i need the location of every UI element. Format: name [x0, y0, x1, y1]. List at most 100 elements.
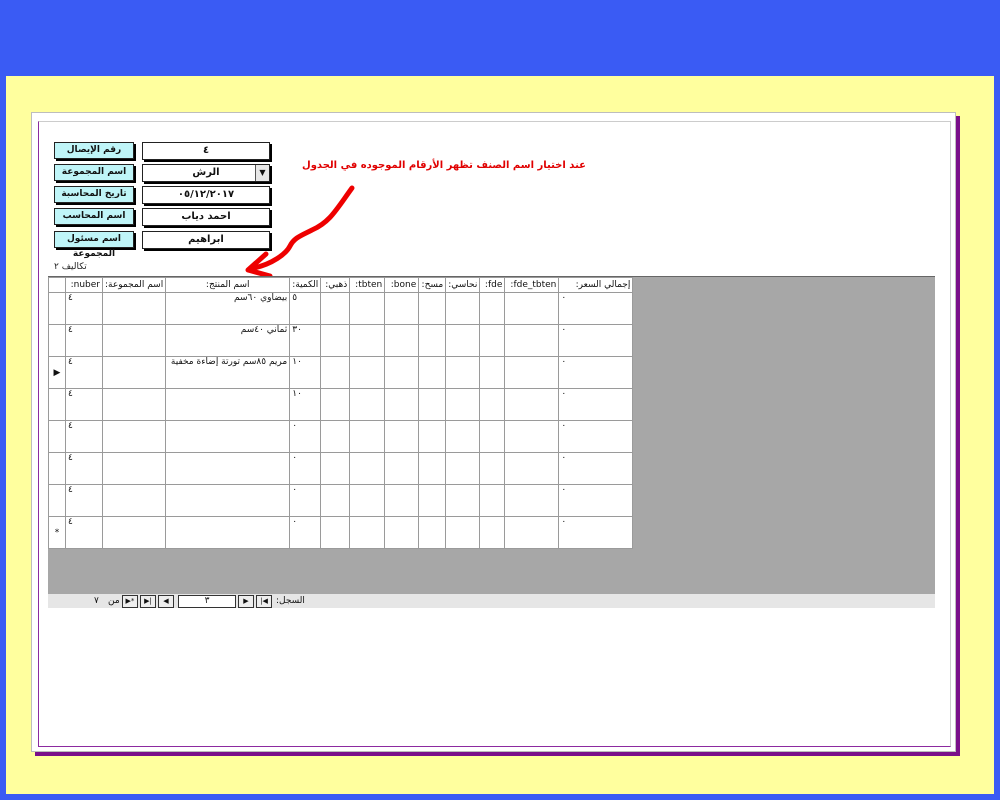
- row-selector-header[interactable]: [48, 277, 66, 293]
- cell-group-name[interactable]: [101, 388, 167, 421]
- cell-fde[interactable]: [479, 356, 506, 389]
- cell-nuber[interactable]: ٤: [65, 420, 103, 453]
- cell-bone[interactable]: [384, 292, 420, 325]
- row-selector[interactable]: [48, 420, 66, 453]
- cell-tbten[interactable]: [349, 516, 386, 549]
- cell-gold[interactable]: [320, 388, 351, 421]
- cell-polish[interactable]: [418, 324, 447, 357]
- cell-product-name[interactable]: [165, 388, 291, 421]
- cell-nuber[interactable]: ٤: [65, 324, 103, 357]
- cell-total-price[interactable]: ٠: [558, 292, 634, 325]
- cell-fde[interactable]: [479, 516, 506, 549]
- cell-fde[interactable]: [479, 388, 506, 421]
- cell-nuber[interactable]: ٤: [65, 452, 103, 485]
- row-selector[interactable]: [48, 452, 66, 485]
- column-header[interactable]: نحاسي:: [445, 277, 481, 293]
- cell-tbten[interactable]: [349, 420, 386, 453]
- cell-copper[interactable]: [445, 324, 481, 357]
- cell-fde-tbten[interactable]: [504, 292, 560, 325]
- cell-total-price[interactable]: ٠: [558, 388, 634, 421]
- cell-copper[interactable]: [445, 516, 481, 549]
- cell-fde-tbten[interactable]: [504, 388, 560, 421]
- cell-bone[interactable]: [384, 324, 420, 357]
- cell-product-name[interactable]: [165, 484, 291, 517]
- new-record-icon[interactable]: ▶*: [122, 595, 138, 608]
- table-row[interactable]: ٤ ثماني ٤٠سم ٣٠ ٠: [48, 324, 634, 357]
- cell-quantity[interactable]: ٣٠: [289, 324, 322, 357]
- cell-polish[interactable]: [418, 452, 447, 485]
- cell-fde[interactable]: [479, 484, 506, 517]
- row-selector[interactable]: *: [48, 516, 66, 549]
- cell-fde-tbten[interactable]: [504, 420, 560, 453]
- cell-group-name[interactable]: [101, 516, 167, 549]
- cell-copper[interactable]: [445, 484, 481, 517]
- cell-fde-tbten[interactable]: [504, 324, 560, 357]
- cell-tbten[interactable]: [349, 356, 386, 389]
- cell-gold[interactable]: [320, 324, 351, 357]
- cell-product-name[interactable]: [165, 420, 291, 453]
- cell-tbten[interactable]: [349, 484, 386, 517]
- cell-copper[interactable]: [445, 356, 481, 389]
- table-row[interactable]: ٤ بيضاوي ٦٠سم ٥ ٠: [48, 292, 634, 325]
- cell-tbten[interactable]: [349, 292, 386, 325]
- column-header[interactable]: الكمية:: [289, 277, 322, 293]
- cell-polish[interactable]: [418, 356, 447, 389]
- cell-fde[interactable]: [479, 292, 506, 325]
- cell-gold[interactable]: [320, 516, 351, 549]
- cell-quantity[interactable]: ٠: [289, 484, 322, 517]
- first-record-icon[interactable]: |◀: [256, 595, 272, 608]
- cell-quantity[interactable]: ٠: [289, 452, 322, 485]
- cell-total-price[interactable]: ٠: [558, 516, 634, 549]
- cell-total-price[interactable]: ٠: [558, 484, 634, 517]
- column-header[interactable]: fde:: [479, 277, 506, 293]
- row-selector[interactable]: [48, 484, 66, 517]
- cell-nuber[interactable]: ٤: [65, 516, 103, 549]
- cell-group-name[interactable]: [101, 292, 167, 325]
- cell-total-price[interactable]: ٠: [558, 356, 634, 389]
- column-header[interactable]: tbten:: [349, 277, 386, 293]
- cell-fde-tbten[interactable]: [504, 516, 560, 549]
- cell-gold[interactable]: [320, 420, 351, 453]
- cell-bone[interactable]: [384, 420, 420, 453]
- cell-product-name[interactable]: مريم ٨٥سم تورتة إضاءة مخفية: [165, 356, 291, 389]
- cell-polish[interactable]: [418, 292, 447, 325]
- cell-copper[interactable]: [445, 292, 481, 325]
- column-header[interactable]: fde_tbten:: [504, 277, 560, 293]
- cell-product-name[interactable]: بيضاوي ٦٠سم: [165, 292, 291, 325]
- cell-bone[interactable]: [384, 452, 420, 485]
- row-selector[interactable]: ▶: [48, 356, 66, 389]
- cell-fde-tbten[interactable]: [504, 356, 560, 389]
- cell-product-name[interactable]: [165, 516, 291, 549]
- cell-gold[interactable]: [320, 356, 351, 389]
- cell-bone[interactable]: [384, 484, 420, 517]
- cell-nuber[interactable]: ٤: [65, 388, 103, 421]
- cell-gold[interactable]: [320, 484, 351, 517]
- cell-fde[interactable]: [479, 420, 506, 453]
- cell-nuber[interactable]: ٤: [65, 292, 103, 325]
- cell-fde[interactable]: [479, 324, 506, 357]
- cell-product-name[interactable]: [165, 452, 291, 485]
- table-row[interactable]: * ٤ ٠ ٠: [48, 516, 634, 549]
- cell-group-name[interactable]: [101, 484, 167, 517]
- cell-quantity[interactable]: ٥: [289, 292, 322, 325]
- cell-fde[interactable]: [479, 452, 506, 485]
- column-header[interactable]: مسح:: [418, 277, 447, 293]
- table-row[interactable]: ٤ ٠ ٠: [48, 452, 634, 485]
- cell-quantity[interactable]: ٠: [289, 420, 322, 453]
- cell-product-name[interactable]: ثماني ٤٠سم: [165, 324, 291, 357]
- last-record-icon[interactable]: ▶|: [140, 595, 156, 608]
- cell-nuber[interactable]: ٤: [65, 484, 103, 517]
- cell-gold[interactable]: [320, 292, 351, 325]
- cell-total-price[interactable]: ٠: [558, 324, 634, 357]
- cell-group-name[interactable]: [101, 324, 167, 357]
- cell-copper[interactable]: [445, 420, 481, 453]
- column-header[interactable]: اسم المنتج:: [165, 277, 291, 293]
- table-row[interactable]: ٤ ٠ ٠: [48, 484, 634, 517]
- table-row[interactable]: ▶ ٤ مريم ٨٥سم تورتة إضاءة مخفية ١٠ ٠: [48, 356, 634, 389]
- cell-group-name[interactable]: [101, 452, 167, 485]
- cell-copper[interactable]: [445, 452, 481, 485]
- previous-record-icon[interactable]: ▶: [238, 595, 254, 608]
- cell-bone[interactable]: [384, 388, 420, 421]
- cell-group-name[interactable]: [101, 356, 167, 389]
- receipt-number-field[interactable]: ٤: [142, 142, 270, 160]
